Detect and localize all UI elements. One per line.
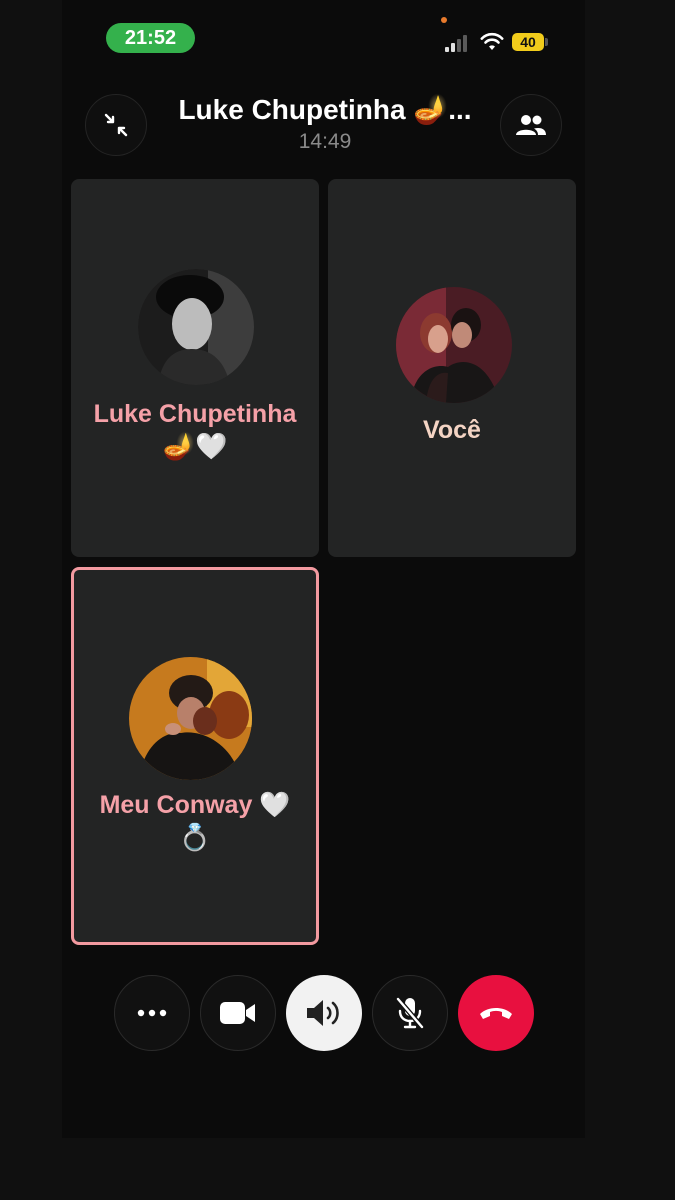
end-call-button[interactable] (458, 975, 534, 1051)
mute-button[interactable] (372, 975, 448, 1051)
participant-emoji: 💍 (178, 822, 212, 852)
speaker-icon (307, 1000, 339, 1026)
more-options-button[interactable] (114, 975, 190, 1051)
video-camera-icon (220, 1002, 255, 1024)
microphone-muted-icon (395, 996, 425, 1030)
avatar-luke (138, 269, 254, 385)
privacy-indicator-dot (441, 17, 447, 23)
avatar-luke-photo (138, 269, 254, 385)
more-icon (137, 1009, 167, 1017)
status-time: 21:52 (106, 23, 195, 53)
call-duration: 14:49 (298, 130, 352, 153)
participant-tile-luke[interactable]: Luke Chupetinha 🪔🤍 (71, 179, 319, 557)
battery-indicator: 40 (512, 33, 544, 51)
participant-emoji: 🪔🤍 (162, 431, 228, 461)
avatar-conway-photo (129, 657, 252, 780)
participants-button[interactable] (500, 94, 562, 156)
avatar-self (396, 287, 512, 403)
participant-tile-self[interactable]: Você (328, 179, 576, 557)
participant-name: Luke Chupetinha (93, 400, 297, 428)
signal-icon (445, 34, 471, 52)
end-call-icon (480, 1008, 512, 1019)
battery-tip (545, 38, 548, 46)
participant-name: Meu Conway 🤍 (99, 791, 291, 819)
speaker-button[interactable] (286, 975, 362, 1051)
participant-name: Você (423, 416, 481, 444)
participant-tile-conway[interactable]: Meu Conway 🤍 💍 (71, 567, 319, 945)
minimize-arrows-icon (104, 113, 128, 137)
minimize-call-button[interactable] (85, 94, 147, 156)
avatar-conway (129, 657, 252, 780)
people-icon (516, 115, 546, 135)
avatar-self-photo (396, 287, 512, 403)
wifi-icon (480, 32, 504, 50)
video-toggle-button[interactable] (200, 975, 276, 1051)
call-title: Luke Chupetinha 🪔... (178, 94, 472, 125)
